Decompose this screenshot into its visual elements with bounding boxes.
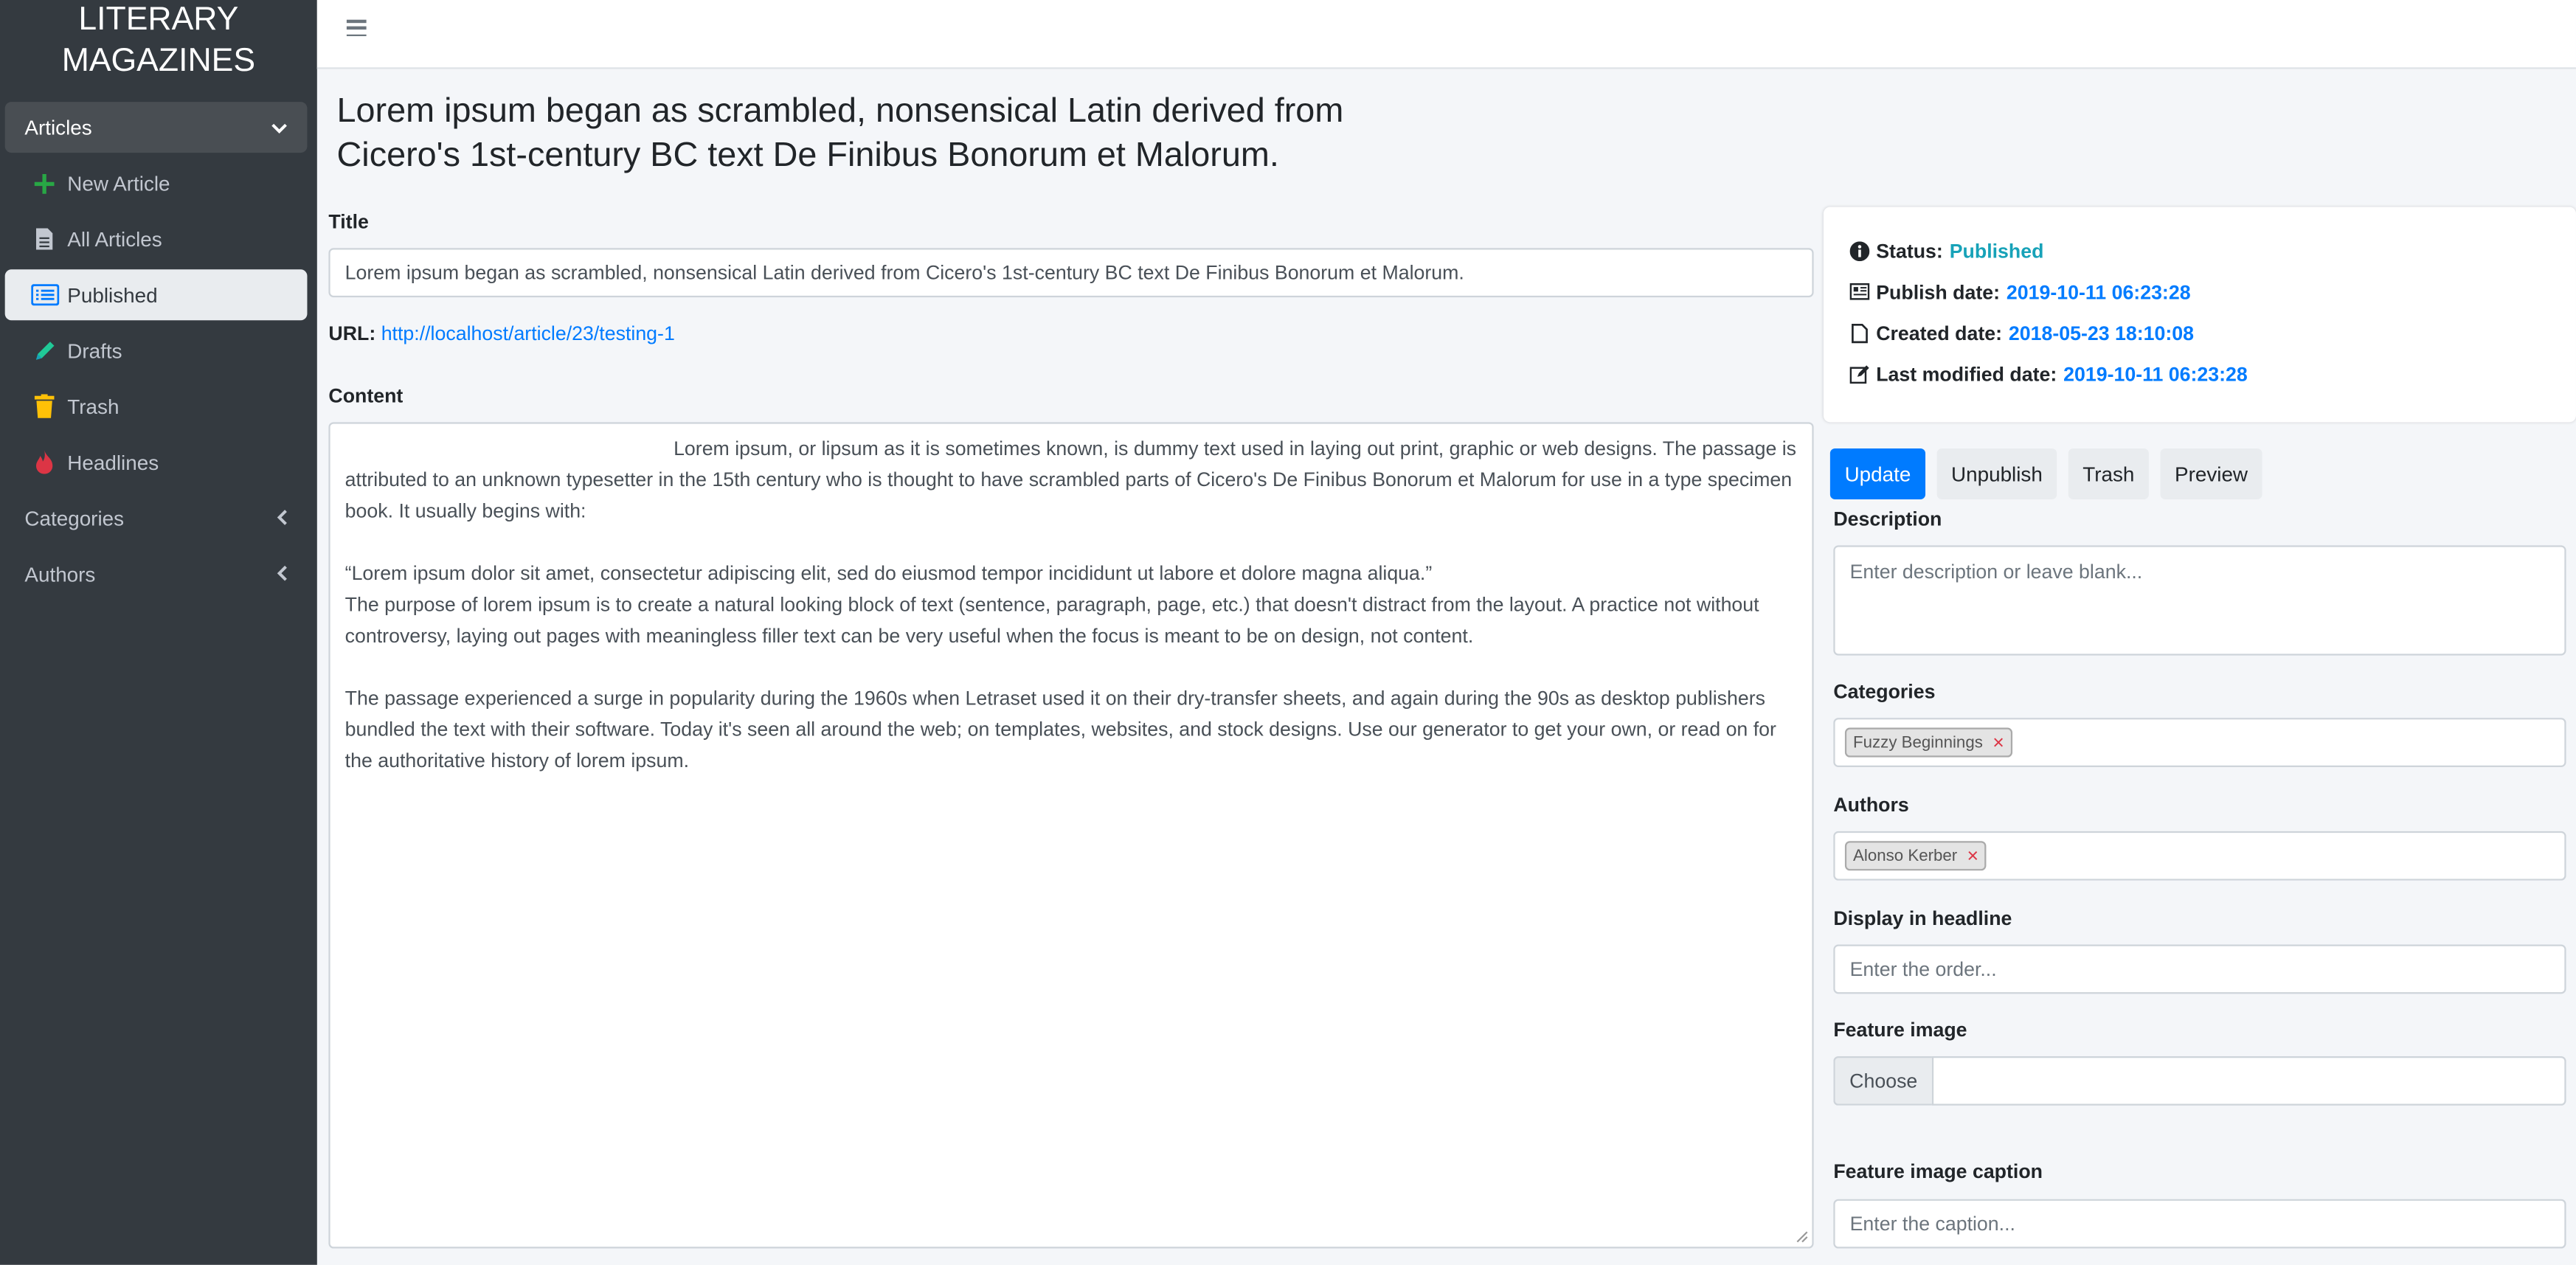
plus-icon [30, 168, 59, 198]
url-row: URL: http://localhost/article/23/testing… [328, 322, 674, 344]
document-icon [30, 224, 59, 254]
caption-input[interactable]: Enter the caption... [1833, 1199, 2566, 1249]
modified-date-value: 2019-10-11 06:23:28 [2063, 362, 2248, 386]
publish-date-value: 2019-10-11 06:23:28 [2006, 280, 2191, 303]
sidebar: LITERARY MAGAZINES Articles New Article … [0, 0, 317, 1265]
content-paragraph: The passage experienced a surge in popul… [344, 686, 1776, 772]
newspaper-icon [1849, 282, 1870, 302]
list-icon [30, 280, 59, 310]
article-url-link[interactable]: http://localhost/article/23/testing-1 [381, 322, 675, 344]
page-title: Lorem ipsum began as scrambled, nonsensi… [336, 91, 1344, 175]
sidebar-item-published[interactable]: Published [4, 269, 308, 321]
chevron-left-icon [276, 507, 288, 530]
info-circle-icon [1849, 240, 1870, 260]
sidebar-item-label: Drafts [67, 339, 122, 363]
caption-placeholder: Enter the caption... [1849, 1212, 2015, 1235]
chevron-down-icon [271, 116, 287, 139]
preview-button[interactable]: Preview [2160, 448, 2262, 500]
authors-label: Authors [1833, 793, 1909, 817]
sidebar-group-articles[interactable]: Articles [4, 102, 308, 153]
title-label: Title [328, 210, 369, 234]
caption-label: Feature image caption [1833, 1160, 2043, 1183]
fire-icon [30, 448, 59, 477]
trash-icon [30, 392, 59, 421]
category-tag: Fuzzy Beginnings × [1844, 727, 2012, 758]
sidebar-item-label: Headlines [67, 451, 159, 474]
sidebar-item-new-article[interactable]: New Article [5, 158, 308, 209]
sidebar-item-label: Trash [67, 395, 120, 418]
sidebar-item-label: Published [67, 283, 158, 307]
publish-date-label: Publish date: [1876, 280, 2001, 303]
authors-select[interactable]: Alonso Kerber × [1833, 831, 2566, 881]
content-label: Content [328, 384, 404, 408]
category-tag-label: Fuzzy Beginnings [1853, 733, 1983, 752]
description-placeholder: Enter description or leave blank... [1849, 560, 2143, 583]
unpublish-button[interactable]: Unpublish [1936, 448, 2057, 500]
headline-order-placeholder: Enter the order... [1849, 957, 1997, 981]
publish-date-row: Publish date: 2019-10-11 06:23:28 [1849, 271, 2550, 312]
sidebar-item-label: All Articles [67, 227, 162, 251]
remove-tag-icon[interactable]: × [1967, 846, 1979, 866]
sidebar-tree-categories[interactable]: Categories [5, 493, 308, 544]
feature-image-file-input[interactable] [1931, 1056, 2566, 1106]
resize-handle-icon[interactable] [1796, 1230, 1809, 1244]
description-label: Description [1833, 507, 1942, 531]
content-blank-line [345, 652, 1798, 683]
edit-icon [1849, 364, 1870, 384]
created-date-value: 2018-05-23 18:10:08 [2008, 321, 2195, 344]
status-label: Status: [1876, 239, 1943, 263]
status-value: Published [1949, 239, 2044, 263]
feature-image-label: Feature image [1833, 1018, 1967, 1042]
status-row: Status: Published [1849, 230, 2550, 271]
brand-logo[interactable]: LITERARY MAGAZINES [0, 0, 317, 82]
sidebar-tree-authors[interactable]: Authors [5, 549, 308, 600]
description-textarea[interactable]: Enter description or leave blank... [1833, 545, 2566, 656]
pencil-icon [30, 336, 59, 365]
title-input-value: Lorem ipsum began as scrambled, nonsensi… [344, 261, 1464, 285]
created-date-label: Created date: [1876, 321, 2003, 344]
headline-order-input[interactable]: Enter the order... [1833, 944, 2566, 994]
trash-button[interactable]: Trash [2068, 448, 2149, 500]
content-paragraph: The purpose of lorem ipsum is to create … [344, 592, 1759, 648]
chevron-left-icon [276, 563, 288, 586]
content-editor[interactable]: Lorem ipsum, or lipsum as it is sometime… [328, 422, 1814, 1249]
title-input[interactable]: Lorem ipsum began as scrambled, nonsensi… [328, 248, 1814, 298]
file-icon [1850, 322, 1870, 343]
sidebar-item-headlines[interactable]: Headlines [5, 437, 308, 488]
author-tag: Alonso Kerber × [1844, 841, 1987, 871]
sidebar-item-all-articles[interactable]: All Articles [5, 214, 308, 265]
sidebar-item-label: Categories [24, 507, 125, 530]
top-navbar [316, 0, 2576, 69]
sidebar-group-label: Articles [24, 116, 92, 139]
sidebar-item-label: Authors [24, 562, 96, 586]
author-tag-label: Alonso Kerber [1853, 847, 1958, 865]
created-date-row: Created date: 2018-05-23 18:10:08 [1850, 312, 2550, 353]
content-paragraph: Lorem ipsum, or lipsum as it is sometime… [344, 437, 1797, 523]
remove-tag-icon[interactable]: × [1992, 732, 2004, 752]
choose-file-button[interactable]: Choose [1833, 1056, 1932, 1106]
status-card: Status: Published Publish date: 2019-10-… [1823, 207, 2576, 423]
categories-label: Categories [1833, 679, 1936, 704]
sidebar-item-label: New Article [67, 171, 170, 195]
sidebar-item-drafts[interactable]: Drafts [5, 325, 308, 376]
sidebar-item-trash[interactable]: Trash [5, 381, 308, 432]
categories-select[interactable]: Fuzzy Beginnings × [1833, 718, 2566, 768]
brand-line-1: LITERARY [78, 1, 239, 38]
brand-line-2: MAGAZINES [61, 42, 256, 79]
modified-date-row: Last modified date: 2019-10-11 06:23:28 [1849, 353, 2550, 395]
hamburger-menu-icon[interactable] [346, 19, 367, 36]
modified-date-label: Last modified date: [1876, 362, 2057, 386]
update-button[interactable]: Update [1829, 448, 1926, 500]
url-label: URL: [328, 322, 376, 345]
content-blank-line [345, 527, 1798, 558]
headline-label: Display in headline [1833, 907, 2012, 930]
content-paragraph: “Lorem ipsum dolor sit amet, consectetur… [344, 561, 1433, 585]
